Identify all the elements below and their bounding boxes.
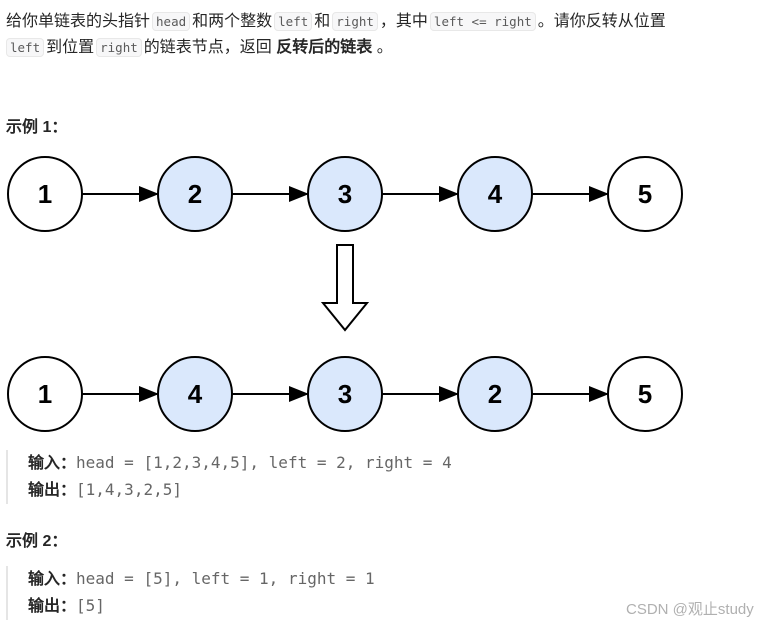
output-label: 输出： <box>28 482 77 499</box>
input-label: 输入： <box>28 571 77 588</box>
node-value: 4 <box>188 379 203 409</box>
node-value: 2 <box>188 179 202 209</box>
node-value: 4 <box>488 179 503 209</box>
input-label: 输入： <box>28 455 77 472</box>
node-value: 3 <box>338 379 352 409</box>
node-value: 2 <box>488 379 502 409</box>
output-value: [1,4,3,2,5] <box>76 480 182 499</box>
example-1-io: 输入：head = [1,2,3,4,5], left = 2, right =… <box>6 450 452 504</box>
output-label: 输出： <box>28 598 77 615</box>
node-value: 1 <box>38 379 52 409</box>
node-value: 3 <box>338 179 352 209</box>
input-value: head = [5], left = 1, right = 1 <box>76 569 375 588</box>
down-arrow-icon <box>320 244 370 332</box>
output-value: [5] <box>76 596 105 615</box>
linked-list-diagram: 1 2 3 4 5 1 4 3 2 5 <box>7 156 683 432</box>
input-value: head = [1,2,3,4,5], left = 2, right = 4 <box>76 453 452 472</box>
example-2-io: 输入：head = [5], left = 1, right = 1 输出：[5… <box>6 566 375 620</box>
node-value: 1 <box>38 179 52 209</box>
example-2-title: 示例 2： <box>6 533 68 550</box>
watermark: CSDN @观止study <box>626 601 754 618</box>
node-value: 5 <box>638 179 652 209</box>
node-value: 5 <box>638 379 652 409</box>
